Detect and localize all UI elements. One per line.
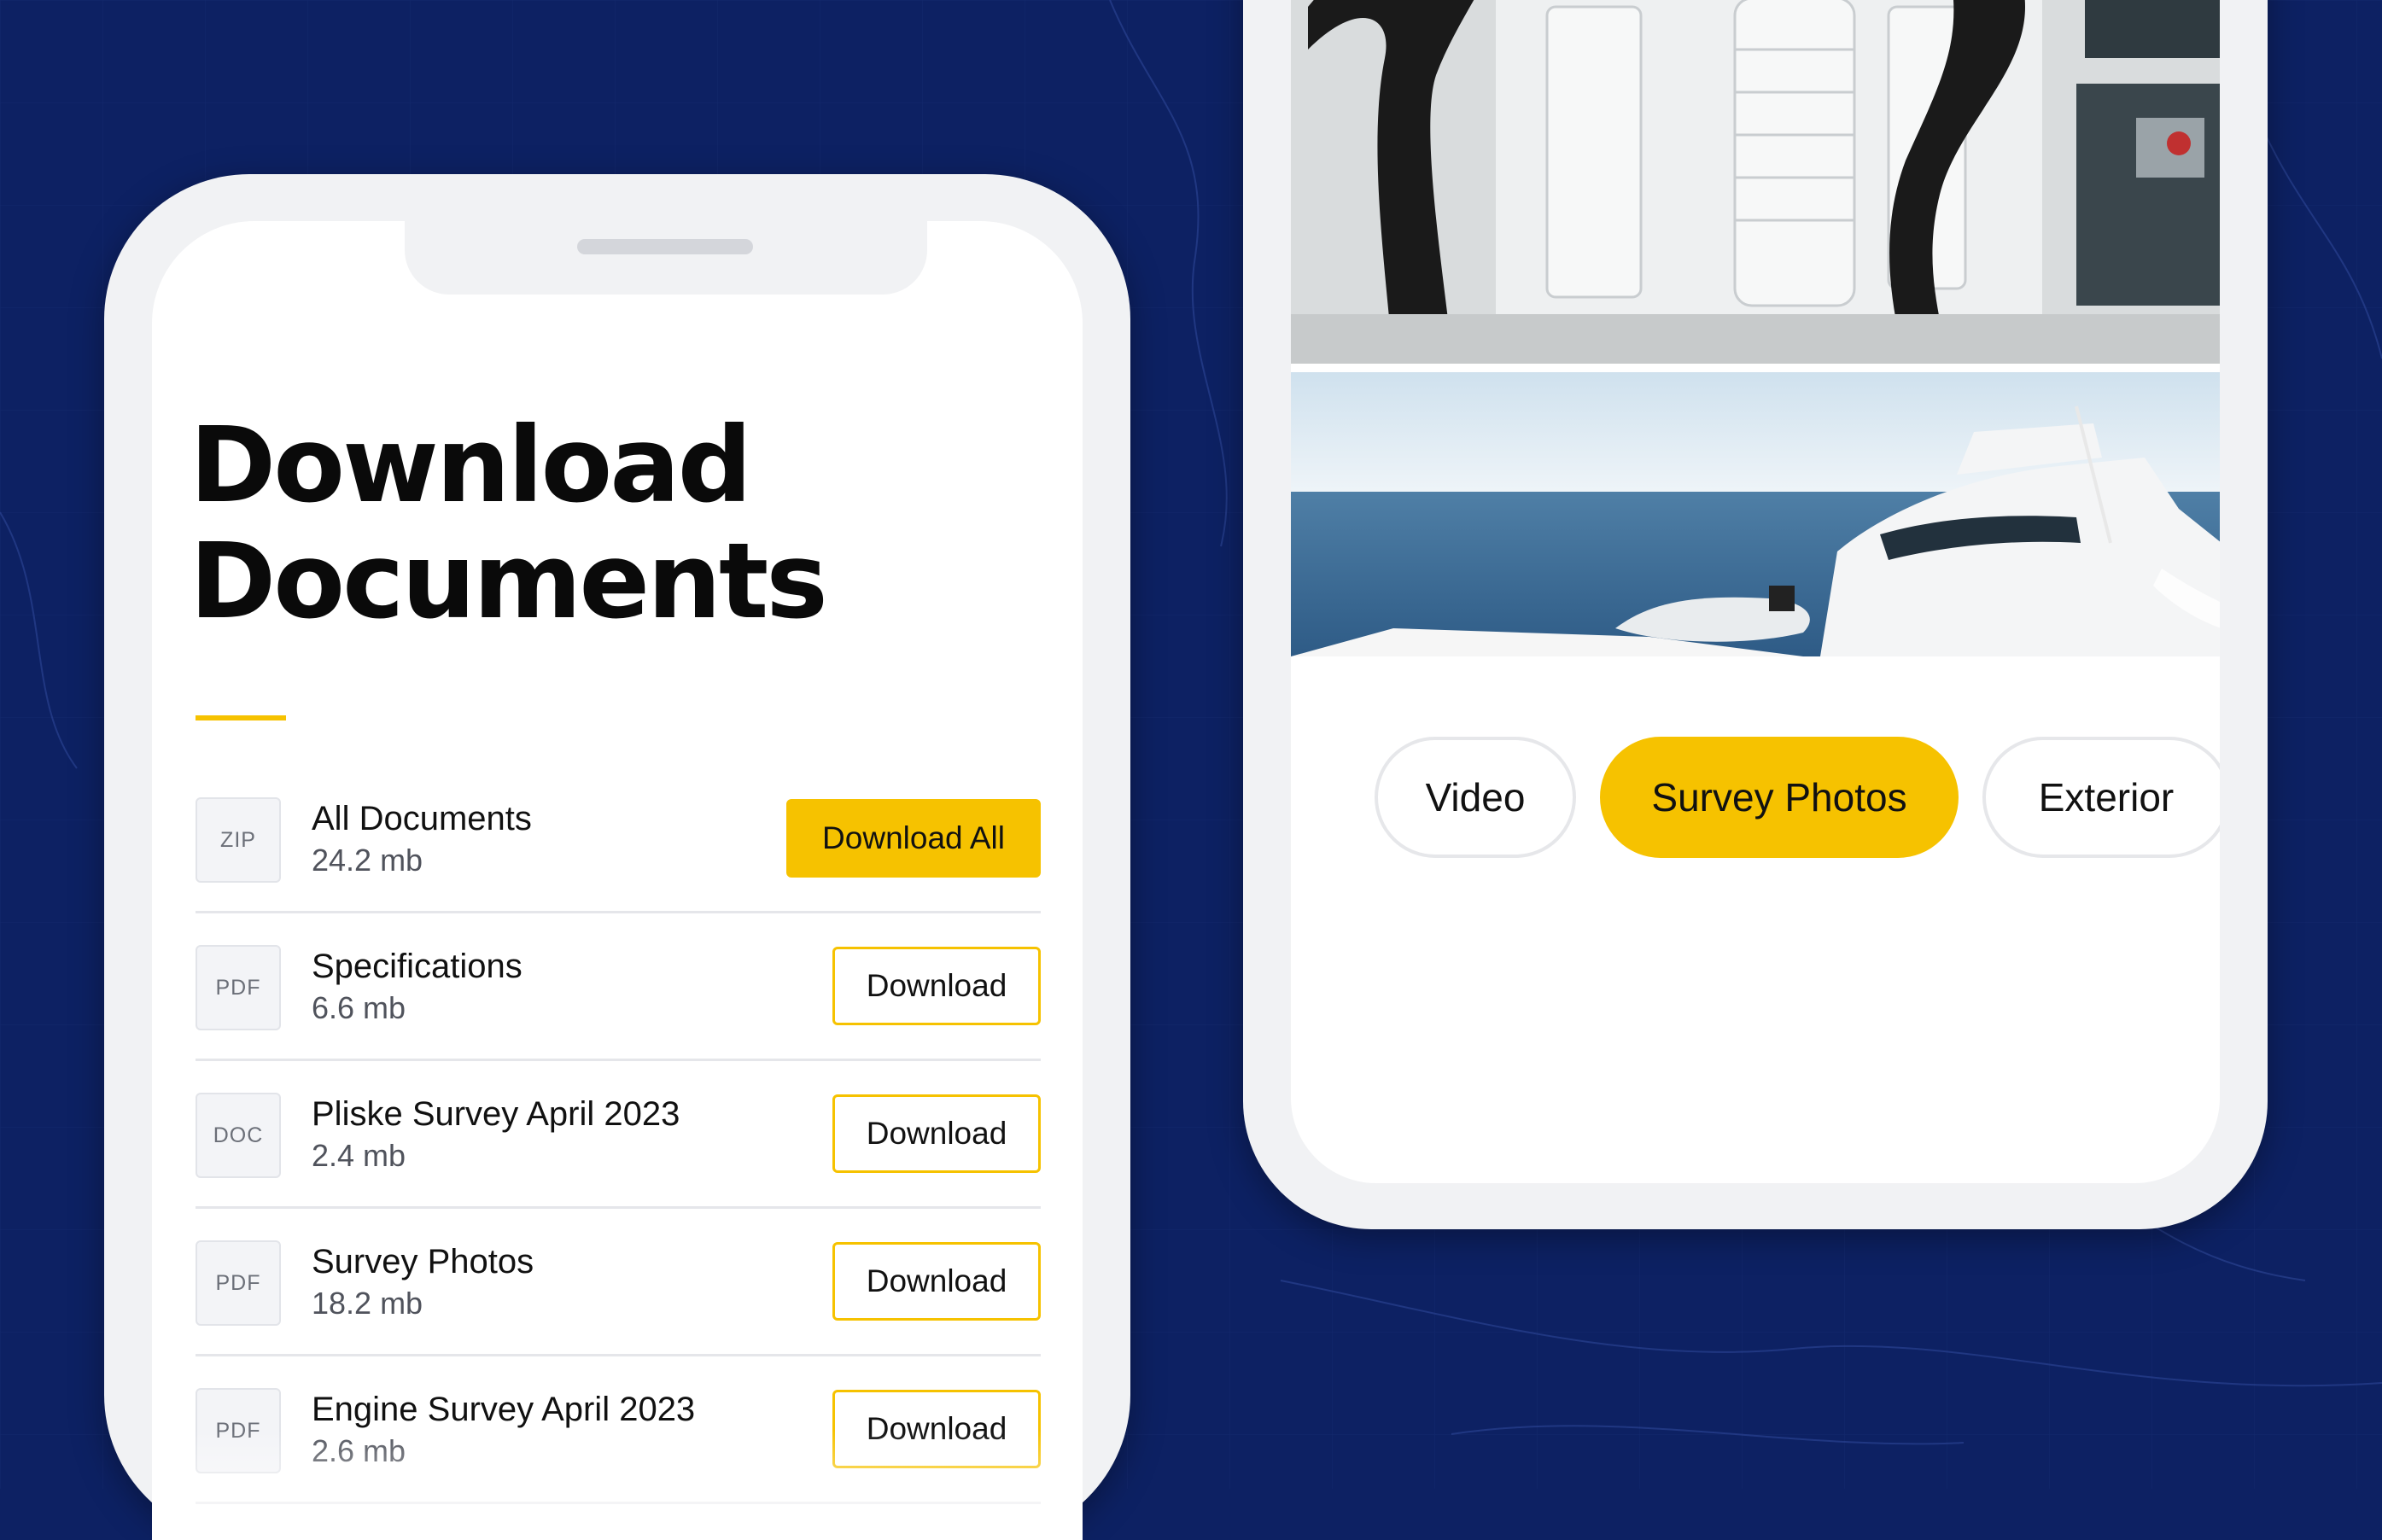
pdf-file-icon: PDF [196,1240,281,1326]
tab-video[interactable]: Video [1375,737,1576,858]
document-name: Survey Photos [312,1243,534,1280]
document-size: 2.4 mb [312,1138,406,1173]
document-name: Specifications [312,948,523,985]
document-size: 6.6 mb [312,990,406,1025]
pdf-file-icon: PDF [196,945,281,1030]
document-row-specifications: PDF Specifications 6.6 mb Download [196,913,1041,1061]
tab-exterior[interactable]: Exterior [1982,737,2220,858]
doc-file-icon: DOC [196,1093,281,1178]
gallery-screen: Video Survey Photos Exterior [1291,0,2220,1183]
download-button[interactable]: Download [832,1242,1041,1321]
document-row-all: ZIP All Documents 24.2 mb Download All [196,766,1041,913]
document-row-pliske-survey: DOC Pliske Survey April 2023 2.4 mb Down… [196,1061,1041,1209]
download-all-button[interactable]: Download All [786,799,1041,878]
document-name: Pliske Survey April 2023 [312,1095,680,1133]
document-row-survey-photos: PDF Survey Photos 18.2 mb Download [196,1209,1041,1356]
document-name: All Documents [312,800,532,837]
download-button[interactable]: Download [832,1390,1041,1468]
tab-label: Survey Photos [1651,775,1907,820]
tab-survey-photos[interactable]: Survey Photos [1600,737,1959,858]
document-row-engine-survey: PDF Engine Survey April 2023 2.6 mb Down… [196,1356,1041,1504]
speaker-grille [577,239,753,254]
gallery-tabs: Video Survey Photos Exterior [1375,737,2220,858]
pdf-file-icon: PDF [196,1388,281,1473]
tab-label: Exterior [2038,775,2175,820]
engine-room-photo[interactable] [1291,0,2220,364]
download-button[interactable]: Download [832,1094,1041,1173]
download-button[interactable]: Download [832,947,1041,1025]
page-title: Download Documents [190,405,828,642]
title-line-1: Download [190,405,752,526]
documents-screen: Download Documents ZIP All Documents 24.… [152,221,1083,1540]
document-list: ZIP All Documents 24.2 mb Download All P… [196,766,1041,1504]
document-size: 24.2 mb [312,843,423,878]
documents-phone: Download Documents ZIP All Documents 24.… [104,174,1130,1540]
phone-notch [405,221,927,295]
tab-label: Video [1425,775,1526,820]
title-accent-divider [196,715,286,720]
document-size: 2.6 mb [312,1433,406,1468]
document-name: Engine Survey April 2023 [312,1391,696,1428]
document-size: 18.2 mb [312,1286,423,1321]
title-line-2: Documents [190,521,828,642]
gallery-phone: Video Survey Photos Exterior [1243,0,2268,1229]
yacht-exterior-photo[interactable] [1291,372,2220,656]
zip-file-icon: ZIP [196,797,281,883]
